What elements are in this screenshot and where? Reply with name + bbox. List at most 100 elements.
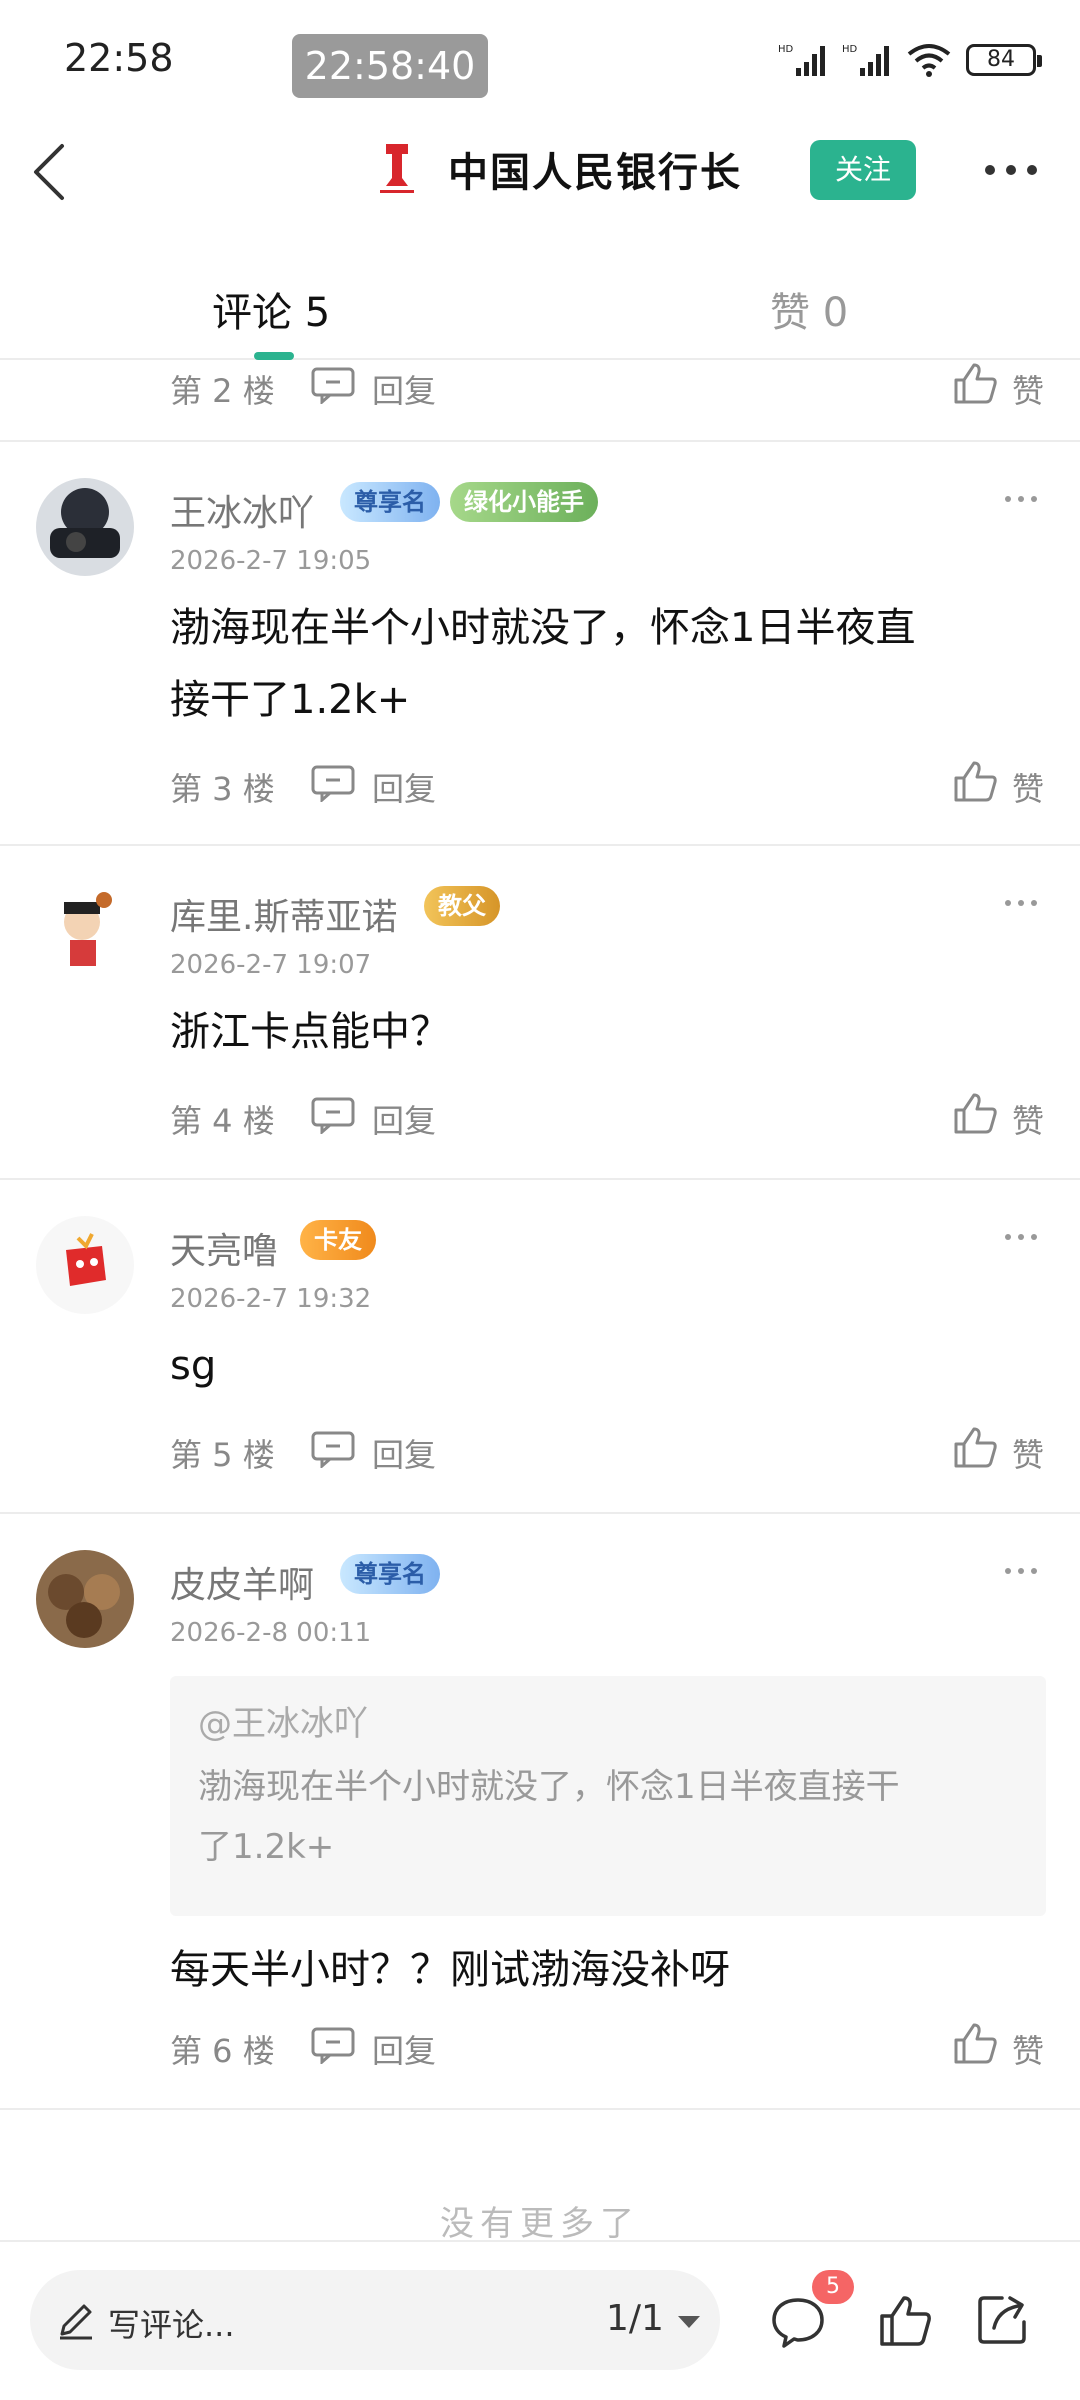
reply-icon[interactable] — [310, 1430, 356, 1468]
page-indicator[interactable]: 1/1 — [606, 2298, 664, 2339]
comment-actions: 第 4 楼 回复 赞 — [0, 1092, 1080, 1144]
like-icon[interactable] — [952, 1426, 998, 1468]
username[interactable]: 王冰冰吖 — [170, 484, 314, 536]
badge-group: 尊享名 绿化小能手 — [340, 482, 598, 522]
badge-group: 卡友 — [300, 1220, 376, 1260]
wifi-icon — [907, 44, 951, 77]
battery-indicator: 84 — [966, 44, 1042, 76]
reply-button[interactable]: 回复 — [372, 764, 436, 810]
comment-text: 浙江卡点能中？ — [170, 996, 1030, 1068]
avatar[interactable] — [36, 1216, 134, 1314]
svg-text:HD: HD — [842, 44, 858, 55]
user-badge: 卡友 — [300, 1220, 376, 1260]
more-options-icon[interactable] — [1004, 1232, 1038, 1242]
comment-item: 库里.斯蒂亚诺 教父 2026-2-7 19:07 浙江卡点能中？ 第 4 楼 … — [0, 846, 1080, 1180]
status-bar: 22:58 22:58:40 HD HD 84 — [0, 0, 1080, 120]
bottom-bar: 写评论... 1/1 5 — [0, 2240, 1080, 2400]
avatar[interactable] — [36, 882, 134, 980]
username[interactable]: 皮皮羊啊 — [170, 1556, 314, 1608]
reply-button[interactable]: 回复 — [372, 1096, 436, 1142]
like-button[interactable]: 赞 — [1012, 366, 1044, 412]
comment-text: sg — [170, 1330, 1030, 1402]
like-button[interactable]: 赞 — [1012, 764, 1044, 810]
like-icon[interactable] — [952, 1092, 998, 1134]
reply-icon[interactable] — [310, 1096, 356, 1134]
signal-icon: HD — [842, 44, 889, 76]
quoted-comment[interactable]: @王冰冰吖 渤海现在半个小时就没了，怀念1日半夜直接干 了1.2k+ — [170, 1676, 1046, 1916]
floor-label: 第 2 楼 — [170, 372, 275, 410]
quoted-text: 渤海现在半个小时就没了，怀念1日半夜直接干 了1.2k+ — [198, 1757, 1018, 1877]
badge-group: 尊享名 — [340, 1554, 440, 1594]
avatar[interactable] — [36, 1550, 134, 1648]
like-button[interactable]: 赞 — [1012, 2026, 1044, 2072]
comment-text: 渤海现在半个小时就没了，怀念1日半夜直 接干了1.2k+ — [170, 592, 1030, 736]
comment-time: 2026-2-7 19:32 — [170, 1284, 372, 1314]
comment-text-line: 渤海现在半个小时就没了，怀念1日半夜直 — [170, 605, 916, 651]
share-icon[interactable] — [974, 2292, 1030, 2348]
user-badge: 教父 — [424, 886, 500, 926]
user-badge: 尊享名 — [340, 1554, 440, 1594]
user-avatar[interactable] — [366, 134, 428, 200]
comment-text-line: 每天半小时？？刚试渤海没补呀 — [170, 1947, 730, 1993]
active-tab-indicator — [254, 352, 294, 360]
reply-icon[interactable] — [310, 764, 356, 802]
write-comment-input[interactable]: 写评论... 1/1 — [30, 2270, 720, 2370]
more-options-icon[interactable] — [984, 158, 1038, 182]
username[interactable]: 库里.斯蒂亚诺 — [170, 888, 397, 940]
floor-label: 第 5 楼 — [170, 1436, 275, 1474]
comment-text: 每天半小时？？刚试渤海没补呀 — [170, 1934, 1030, 2006]
page-header: 中国人民银行长 关注 — [0, 120, 1080, 220]
like-button[interactable]: 赞 — [1012, 1096, 1044, 1142]
username[interactable]: 天亮噜 — [170, 1222, 278, 1274]
comment-actions: 第 6 楼 回复 赞 — [0, 2022, 1080, 2074]
like-button[interactable]: 赞 — [1012, 1430, 1044, 1476]
signal-icon: HD — [778, 44, 825, 76]
more-options-icon[interactable] — [1004, 1566, 1038, 1576]
more-options-icon[interactable] — [1004, 494, 1038, 504]
comment-time: 2026-2-8 00:11 — [170, 1618, 372, 1648]
comment-text-line: sg — [170, 1343, 217, 1389]
like-icon[interactable] — [952, 362, 998, 404]
quoted-text-line: 渤海现在半个小时就没了，怀念1日半夜直接干 — [198, 1767, 900, 1807]
reply-icon[interactable] — [310, 2026, 356, 2064]
comment-icon[interactable] — [770, 2296, 826, 2348]
more-options-icon[interactable] — [1004, 898, 1038, 908]
status-icons: HD HD 84 — [778, 38, 1042, 82]
tab-bar: 评论 5 赞 0 — [0, 260, 1080, 360]
comment-time: 2026-2-7 19:07 — [170, 950, 372, 980]
avatar[interactable] — [36, 478, 134, 576]
write-comment-placeholder: 写评论... — [108, 2306, 235, 2344]
list-item: 第 2 楼 回复 赞 — [0, 362, 1080, 442]
reply-button[interactable]: 回复 — [372, 2026, 436, 2072]
reply-icon[interactable] — [310, 366, 356, 404]
quoted-text-line: 了1.2k+ — [198, 1827, 335, 1867]
user-badge: 尊享名 — [340, 482, 440, 522]
tab-comments[interactable]: 评论 5 — [212, 280, 330, 338]
quoted-username: @王冰冰吖 — [198, 1704, 368, 1744]
follow-button[interactable]: 关注 — [810, 140, 916, 200]
comment-actions: 第 5 楼 回复 赞 — [0, 1426, 1080, 1478]
like-icon[interactable] — [952, 2022, 998, 2064]
reply-button[interactable]: 回复 — [372, 1430, 436, 1476]
thumb-up-icon[interactable] — [878, 2294, 932, 2348]
chevron-down-icon[interactable] — [676, 2314, 702, 2330]
page-title: 中国人民银行长 — [448, 150, 742, 196]
status-time: 22:58 — [64, 36, 174, 80]
floor-label: 第 3 楼 — [170, 770, 275, 808]
badge-group: 教父 — [424, 886, 500, 926]
tab-likes[interactable]: 赞 0 — [770, 280, 848, 338]
back-icon[interactable] — [26, 142, 76, 202]
comment-count-badge: 5 — [812, 2270, 854, 2304]
like-icon[interactable] — [952, 760, 998, 802]
screen-recording-timer: 22:58:40 — [292, 34, 488, 98]
comment-item: 天亮噜 卡友 2026-2-7 19:32 sg 第 5 楼 回复 赞 — [0, 1180, 1080, 1514]
reply-button[interactable]: 回复 — [372, 366, 436, 412]
pen-icon — [60, 2304, 92, 2340]
comment-item: 王冰冰吖 尊享名 绿化小能手 2026-2-7 19:05 渤海现在半个小时就没… — [0, 442, 1080, 846]
end-of-list-text: 没有更多了 — [440, 2204, 640, 2244]
comment-text-line: 接干了1.2k+ — [170, 677, 411, 723]
comment-text-line: 浙江卡点能中？ — [170, 1009, 450, 1055]
comment-list: 第 2 楼 回复 赞 王冰冰吖 尊享名 绿化小能手 2026-2-7 19:05… — [0, 362, 1080, 2110]
floor-label: 第 4 楼 — [170, 1102, 275, 1140]
comment-item: 皮皮羊啊 尊享名 2026-2-8 00:11 @王冰冰吖 渤海现在半个小时就没… — [0, 1514, 1080, 2110]
